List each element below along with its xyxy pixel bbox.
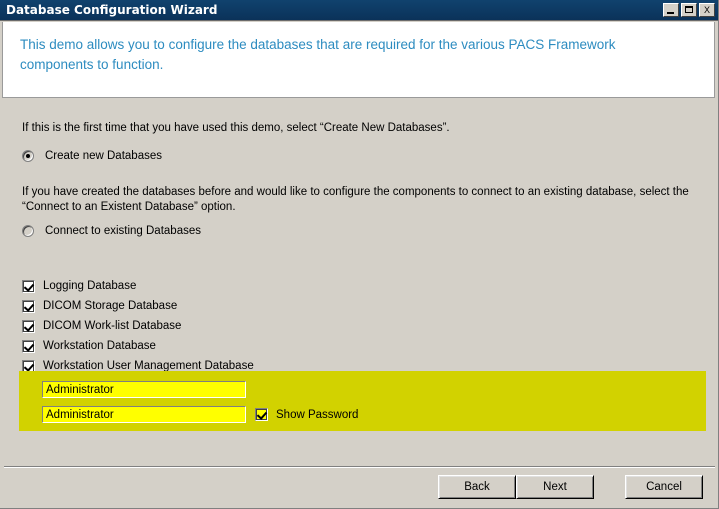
minimize-button[interactable] bbox=[663, 3, 679, 17]
checkbox-dicom-storage-database[interactable]: DICOM Storage Database bbox=[22, 296, 254, 316]
close-icon: X bbox=[703, 5, 710, 15]
checkbox-show-password[interactable]: Show Password bbox=[255, 406, 358, 423]
existing-paragraph: If you have created the databases before… bbox=[22, 186, 689, 213]
checkmark-icon bbox=[22, 339, 35, 353]
radio-button-icon bbox=[22, 225, 34, 237]
password-input[interactable] bbox=[42, 406, 246, 423]
window-title: Database Configuration Wizard bbox=[6, 3, 218, 17]
title-bar: Database Configuration Wizard X bbox=[0, 0, 718, 21]
next-button[interactable]: Next bbox=[516, 475, 594, 499]
footer-bar: Back Next Cancel bbox=[0, 468, 718, 508]
radio-button-icon bbox=[22, 150, 34, 162]
header-panel: This demo allows you to configure the da… bbox=[2, 22, 715, 98]
checkmark-icon bbox=[255, 408, 268, 421]
minimize-icon bbox=[667, 12, 674, 14]
checkmark-icon bbox=[22, 279, 35, 293]
credentials-highlight-band: Show Password bbox=[19, 371, 706, 431]
wizard-body: If this is the first time that you have … bbox=[2, 99, 715, 465]
checkbox-label: DICOM Storage Database bbox=[43, 300, 178, 312]
checkbox-workstation-database[interactable]: Workstation Database bbox=[22, 336, 254, 356]
show-password-label: Show Password bbox=[276, 408, 359, 421]
checkmark-icon bbox=[22, 319, 35, 333]
database-configuration-wizard-window: Database Configuration Wizard X This dem… bbox=[0, 0, 719, 509]
cancel-button[interactable]: Cancel bbox=[625, 475, 703, 499]
checkbox-label: Logging Database bbox=[43, 280, 137, 292]
window-controls: X bbox=[663, 3, 718, 17]
maximize-button[interactable] bbox=[681, 3, 697, 17]
checkmark-icon bbox=[22, 299, 35, 313]
checkbox-label: DICOM Work-list Database bbox=[43, 320, 182, 332]
radio-create-new-databases[interactable]: Create new Databases bbox=[22, 150, 162, 162]
database-checkbox-list: Logging Database DICOM Storage Database … bbox=[22, 276, 254, 376]
back-button[interactable]: Back bbox=[438, 475, 516, 499]
username-input[interactable] bbox=[42, 381, 246, 398]
checkbox-label: Workstation Database bbox=[43, 340, 156, 352]
radio-label: Connect to existing Databases bbox=[45, 225, 201, 237]
maximize-icon bbox=[685, 6, 693, 13]
radio-label: Create new Databases bbox=[45, 150, 162, 162]
checkbox-logging-database[interactable]: Logging Database bbox=[22, 276, 254, 296]
intro-paragraph: If this is the first time that you have … bbox=[22, 122, 450, 134]
close-button[interactable]: X bbox=[699, 3, 715, 17]
header-description: This demo allows you to configure the da… bbox=[20, 37, 616, 72]
checkbox-dicom-worklist-database[interactable]: DICOM Work-list Database bbox=[22, 316, 254, 336]
radio-connect-existing-databases[interactable]: Connect to existing Databases bbox=[22, 225, 201, 237]
